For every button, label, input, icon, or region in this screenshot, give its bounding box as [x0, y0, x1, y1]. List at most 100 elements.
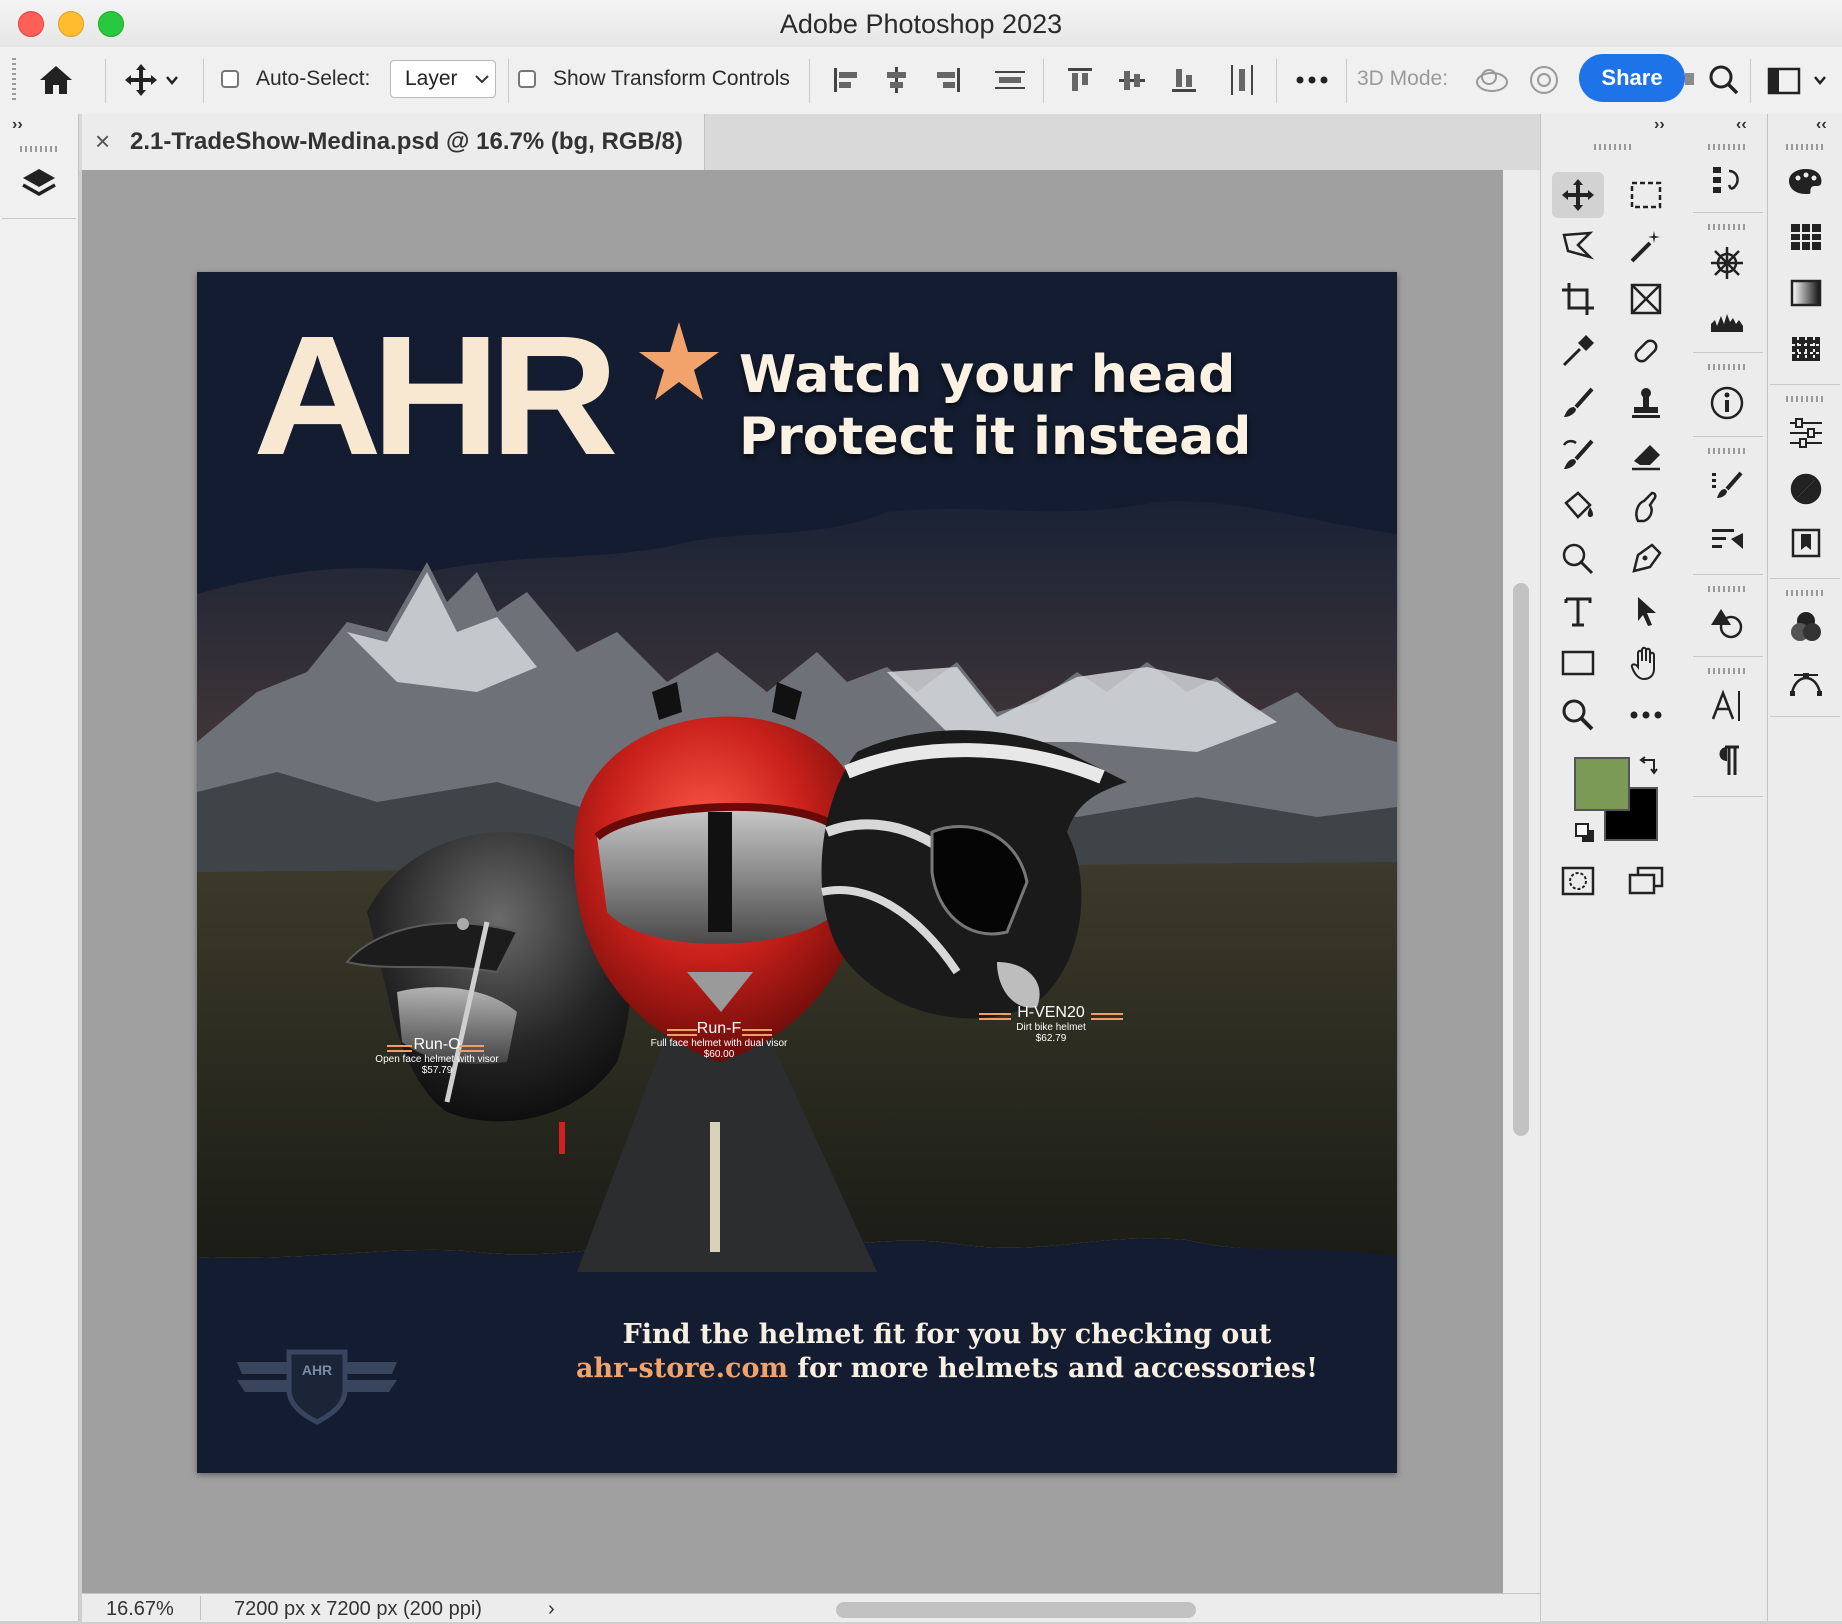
tools-grip[interactable] — [1594, 144, 1632, 150]
more-icon — [1296, 76, 1328, 84]
more-tools[interactable] — [1620, 692, 1672, 738]
brushes-panel-button[interactable] — [1701, 516, 1753, 562]
collapse-tools-icon[interactable]: ›› — [1654, 116, 1665, 134]
character-panel-button[interactable] — [1701, 682, 1753, 728]
headline-line-2: Protect it instead — [739, 407, 1252, 467]
move-icon — [1562, 179, 1594, 211]
3d-orbit-button[interactable] — [1472, 60, 1512, 100]
smudge-tool[interactable] — [1552, 536, 1604, 582]
zoom-icon — [1562, 699, 1594, 731]
ship-wheel-icon — [1711, 247, 1743, 279]
stamp-icon — [1632, 388, 1660, 418]
paths-panel-button[interactable] — [1780, 660, 1832, 706]
vertical-scroll-thumb[interactable] — [1513, 583, 1529, 1136]
product-name: H-VEN20 — [1017, 1004, 1085, 1021]
patterns-panel-button[interactable] — [1780, 326, 1832, 372]
auto-select-checkbox[interactable] — [221, 70, 239, 88]
screen-mode-button[interactable] — [1620, 858, 1672, 904]
histogram-icon — [1711, 314, 1743, 332]
expand-dock-3-icon[interactable]: ‹‹ — [1816, 116, 1827, 134]
magic-wand-tool[interactable] — [1620, 224, 1672, 270]
clone-stamp-tool[interactable] — [1620, 380, 1672, 426]
rectangle-tool[interactable] — [1552, 640, 1604, 686]
home-button[interactable] — [32, 58, 80, 102]
crop-tool[interactable] — [1552, 276, 1604, 322]
distribute-horizontal-button[interactable] — [1224, 60, 1260, 100]
properties-panel-button[interactable] — [1780, 410, 1832, 456]
share-button[interactable]: Share — [1579, 54, 1685, 102]
align-top-edges-button[interactable] — [1062, 60, 1098, 100]
rectangular-marquee-icon — [1630, 181, 1662, 209]
options-bar-grip[interactable] — [12, 58, 16, 102]
horizontal-scroll-thumb[interactable] — [836, 1602, 1196, 1618]
shapes-icon — [1711, 609, 1743, 639]
frame-tool[interactable] — [1620, 276, 1672, 322]
3d-roll-button[interactable] — [1524, 60, 1564, 100]
swap-colors-icon[interactable] — [1638, 756, 1660, 778]
shapes-panel-button[interactable] — [1701, 600, 1753, 646]
quick-mask-button[interactable] — [1552, 858, 1604, 904]
history-brush-tool[interactable] — [1552, 432, 1604, 478]
default-colors-icon[interactable] — [1574, 822, 1596, 844]
lasso-tool[interactable] — [1552, 224, 1604, 270]
gradients-panel-button[interactable] — [1780, 270, 1832, 316]
close-tab-icon[interactable]: × — [95, 128, 117, 154]
artwork-canvas[interactable]: AHR Watch your head Protect it instead R… — [197, 272, 1397, 1473]
info-panel-button[interactable] — [1701, 380, 1753, 426]
healing-tool[interactable] — [1620, 328, 1672, 374]
footer-line-1: Find the helmet fit for you by checking … — [622, 1319, 1272, 1350]
move-tool[interactable] — [1552, 172, 1604, 218]
channels-panel-button[interactable] — [1780, 604, 1832, 650]
hand-tool[interactable] — [1620, 640, 1672, 686]
swatches-panel-button[interactable] — [1780, 214, 1832, 260]
move-tool-preset-button[interactable] — [118, 58, 184, 102]
auto-select-dropdown[interactable]: Layer — [390, 60, 496, 98]
libraries-panel-button[interactable] — [1780, 520, 1832, 566]
color-panel-button[interactable] — [1780, 158, 1832, 204]
status-menu-chevron-icon[interactable]: › — [548, 1594, 555, 1622]
expand-panels-icon[interactable]: ›› — [12, 116, 23, 134]
align-right-edges-button[interactable] — [930, 60, 966, 100]
type-tool[interactable] — [1552, 588, 1604, 634]
foreground-color-swatch-top[interactable] — [1574, 757, 1630, 811]
product-price: $62.79 — [1035, 1033, 1067, 1044]
show-transform-checkbox[interactable] — [518, 70, 536, 88]
left-dock-grip[interactable] — [20, 146, 58, 152]
paint-bucket-tool[interactable] — [1552, 484, 1604, 530]
eyedropper-tool[interactable] — [1552, 328, 1604, 374]
history-brush-icon — [1562, 439, 1594, 469]
align-hcenter-icon — [887, 67, 906, 93]
marquee-tool[interactable] — [1620, 172, 1672, 218]
pen-tool[interactable] — [1620, 536, 1672, 582]
align-horizontal-centers-button[interactable] — [878, 60, 914, 100]
navigator-panel-button[interactable] — [1701, 240, 1753, 286]
brush-presets-icon — [1712, 529, 1743, 549]
product-tag-h-ven20: H-VEN20 Dirt bike helmet $62.79 — [977, 1004, 1125, 1044]
blur-tool[interactable] — [1620, 484, 1672, 530]
align-right-icon — [937, 68, 960, 92]
brush-settings-panel-button[interactable] — [1701, 462, 1753, 508]
more-options-button[interactable] — [1290, 60, 1334, 100]
eraser-tool[interactable] — [1620, 432, 1672, 478]
align-vertical-centers-button[interactable] — [1114, 60, 1150, 100]
expand-dock-2-icon[interactable]: ‹‹ — [1736, 116, 1747, 134]
document-tab-title: 2.1-TradeShow-Medina.psd @ 16.7% (bg, RG… — [130, 128, 683, 155]
search-button[interactable] — [1704, 58, 1744, 102]
path-selection-tool[interactable] — [1620, 588, 1672, 634]
product-price: $57.79 — [421, 1065, 453, 1076]
history-panel-button[interactable] — [1701, 158, 1753, 204]
brush-tool[interactable] — [1552, 380, 1604, 426]
zoom-level[interactable]: 16.67% — [106, 1594, 174, 1622]
pen-icon — [1632, 543, 1662, 573]
align-bottom-edges-button[interactable] — [1166, 60, 1202, 100]
align-left-edges-button[interactable] — [828, 60, 864, 100]
layers-panel-button[interactable] — [12, 160, 66, 210]
histogram-panel-button[interactable] — [1701, 296, 1753, 342]
workspace-button[interactable] — [1760, 58, 1836, 102]
info-icon — [1710, 386, 1744, 420]
paragraph-panel-button[interactable] — [1701, 738, 1753, 784]
adjustments-panel-button[interactable] — [1780, 466, 1832, 512]
zoom-tool[interactable] — [1552, 692, 1604, 738]
distribute-vertical-button[interactable] — [990, 60, 1030, 100]
vertical-scrollbar[interactable] — [1503, 170, 1540, 1593]
